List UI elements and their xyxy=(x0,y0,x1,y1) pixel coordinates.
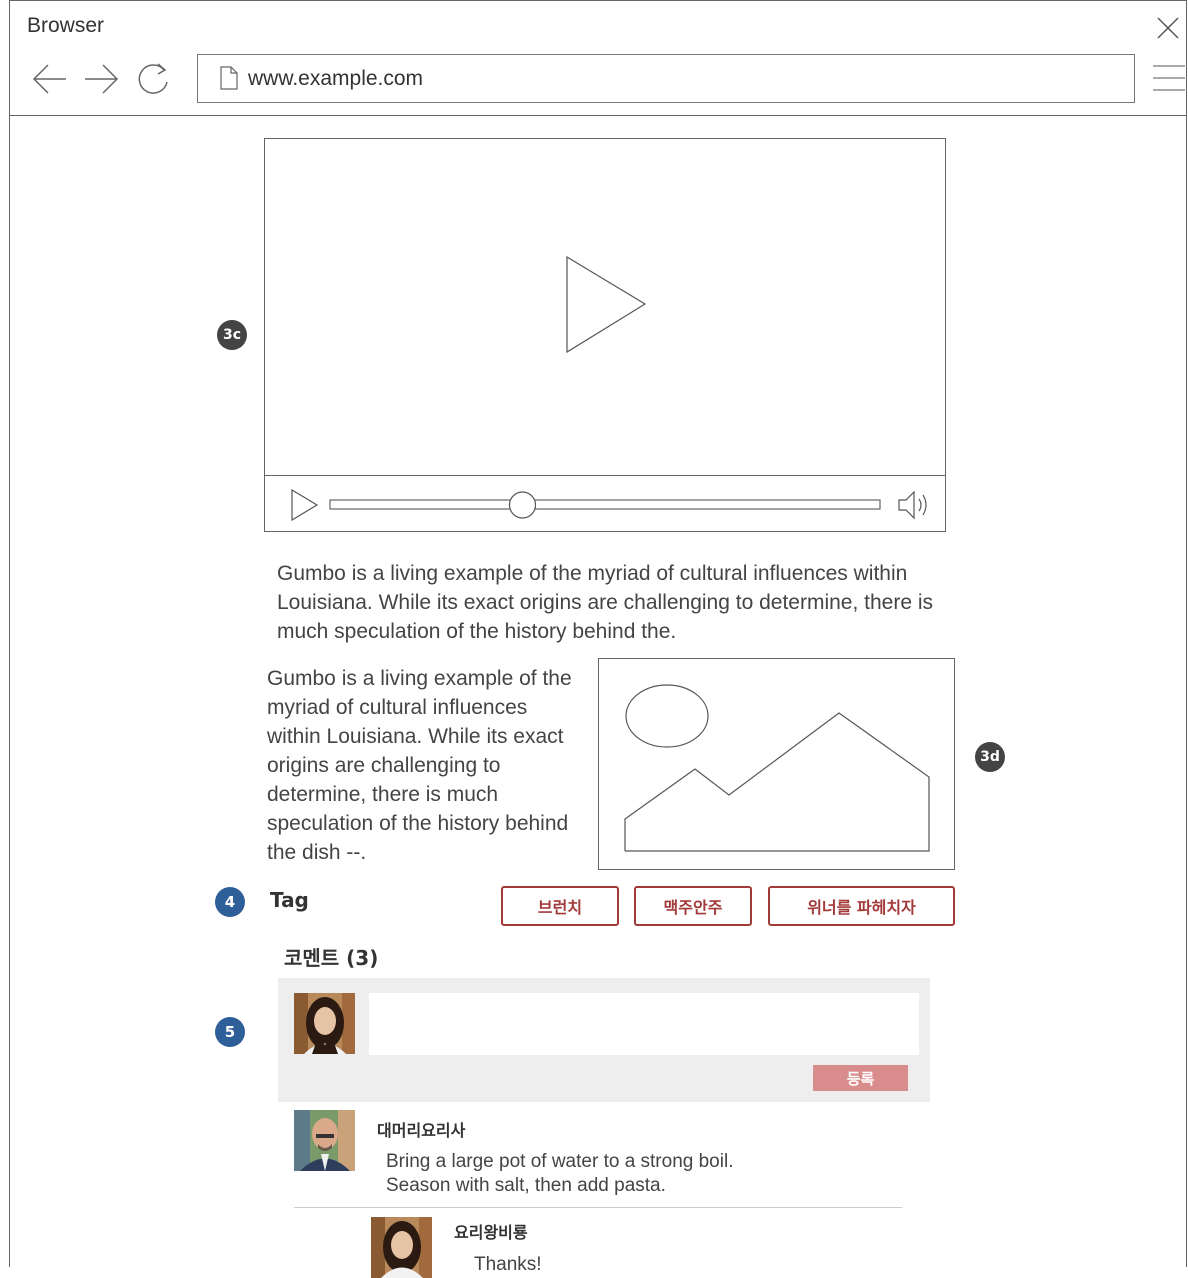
play-large-icon[interactable] xyxy=(565,255,647,355)
intro-paragraph: Gumbo is a living example of the myriad … xyxy=(277,562,934,643)
play-small-icon[interactable] xyxy=(291,489,319,521)
forward-arrow-icon[interactable] xyxy=(83,63,119,95)
back-arrow-icon[interactable] xyxy=(32,63,68,95)
volume-icon[interactable] xyxy=(897,489,931,521)
comment-text-line: Bring a large pot of water to a strong b… xyxy=(386,1151,734,1172)
header-divider xyxy=(9,115,1187,116)
submit-button[interactable]: 등록 xyxy=(813,1065,908,1091)
body-paragraph: Gumbo is a living example of the myriad … xyxy=(267,667,572,864)
tag-button-brunch[interactable]: 브런치 xyxy=(501,886,619,926)
avatar xyxy=(371,1217,432,1278)
annotation-badge-4: 4 xyxy=(215,887,245,917)
video-player[interactable] xyxy=(264,138,946,532)
comment-divider xyxy=(294,1207,902,1208)
tag-button-wiener[interactable]: 위너를 파헤치자 xyxy=(768,886,955,926)
video-controls-divider xyxy=(265,475,945,476)
comment-form: 등록 xyxy=(278,978,930,1102)
comment-author: 대머리요리사 xyxy=(377,1121,466,1140)
page-icon xyxy=(220,66,238,90)
refresh-icon[interactable] xyxy=(136,60,172,96)
landscape-image-icon xyxy=(624,684,930,852)
browser-title: Browser xyxy=(27,14,105,37)
woman-avatar-icon xyxy=(294,993,355,1054)
comment-input[interactable] xyxy=(369,993,919,1055)
tag-button-beer-snack[interactable]: 맥주안주 xyxy=(634,886,752,926)
url-text: www.example.com xyxy=(248,67,424,90)
seek-bar[interactable] xyxy=(329,489,883,521)
comment-author: 요리왕비룡 xyxy=(454,1223,528,1242)
avatar xyxy=(294,993,355,1054)
tag-label: Tag xyxy=(270,888,309,912)
annotation-badge-3d: 3d xyxy=(975,742,1005,772)
menu-icon[interactable] xyxy=(1153,64,1185,92)
comment-text-line: Thanks! xyxy=(474,1254,542,1275)
image-placeholder xyxy=(598,658,955,870)
annotation-badge-3c: 3c xyxy=(217,320,247,350)
address-bar[interactable]: www.example.com xyxy=(197,54,1135,103)
annotation-badge-5: 5 xyxy=(215,1017,245,1047)
comment-text-line: Season with salt, then add pasta. xyxy=(386,1175,666,1196)
avatar xyxy=(294,1110,355,1171)
seek-handle xyxy=(508,491,537,519)
man-avatar-icon xyxy=(294,1110,355,1171)
close-icon[interactable] xyxy=(1156,16,1180,40)
woman-avatar-icon xyxy=(371,1217,432,1278)
comments-title: 코멘트 (3) xyxy=(284,946,379,970)
